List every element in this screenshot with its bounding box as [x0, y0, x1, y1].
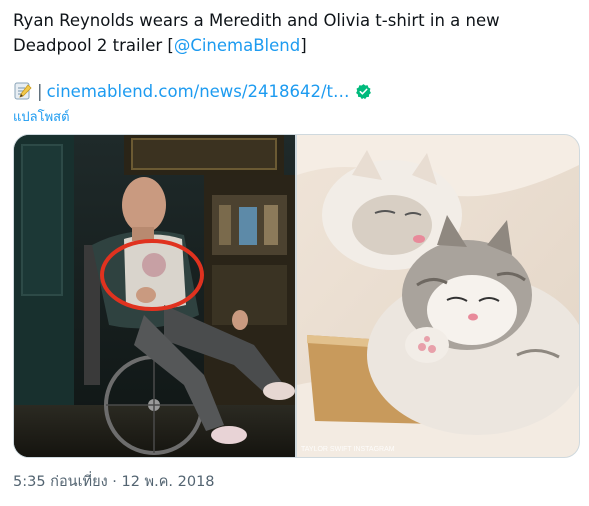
link-separator: | — [37, 81, 43, 101]
memo-icon — [13, 81, 33, 101]
media-photo-movie-still[interactable] — [14, 135, 295, 457]
article-link[interactable]: cinemablend.com/news/2418642/t… — [47, 82, 350, 101]
translate-post-link[interactable]: แปลโพสต์ — [13, 106, 70, 127]
mention-link[interactable]: @CinemaBlend — [174, 36, 300, 55]
verified-badge-icon — [355, 83, 372, 100]
media-photo-cats[interactable]: TAYLOR SWIFT INSTAGRAM — [297, 135, 579, 457]
tweet-timestamp[interactable]: 5:35 ก่อนเที่ยง · 12 พ.ค. 2018 — [13, 470, 215, 493]
tweet-text: Ryan Reynolds wears a Meredith and Olivi… — [13, 8, 578, 58]
link-line: | cinemablend.com/news/2418642/t… — [13, 79, 372, 103]
tweet-body-end: ] — [300, 36, 307, 55]
media-grid: TAYLOR SWIFT INSTAGRAM — [13, 134, 580, 458]
photo-watermark: TAYLOR SWIFT INSTAGRAM — [301, 446, 395, 453]
